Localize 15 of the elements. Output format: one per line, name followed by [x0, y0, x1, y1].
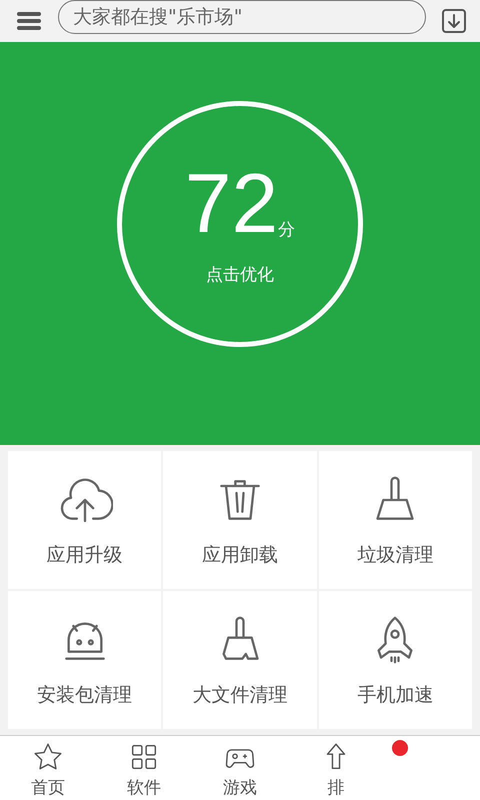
menu-icon[interactable]	[14, 9, 44, 33]
tool-tile[interactable]: 垃圾清理	[318, 451, 472, 589]
tab-label[interactable]: 排	[328, 776, 344, 799]
tab-label[interactable]: 软件	[127, 776, 161, 799]
tool-tile[interactable]: 应用卸载	[163, 451, 317, 589]
tool-tile[interactable]: 安装包清理	[8, 591, 162, 729]
tool-tile[interactable]: 应用升级	[8, 451, 162, 589]
search-field[interactable]: 大家都在搜"乐市场"	[58, 0, 426, 34]
tool-tile[interactable]: 大文件清理	[163, 591, 317, 729]
tab-label[interactable]: 游戏	[223, 776, 257, 799]
score-value: 72	[184, 161, 278, 245]
tab-label[interactable]: 首页	[31, 776, 65, 799]
tool-tile[interactable]: 手机加速	[318, 591, 472, 729]
score-unit: 分	[278, 219, 296, 241]
download-icon[interactable]	[440, 7, 468, 35]
